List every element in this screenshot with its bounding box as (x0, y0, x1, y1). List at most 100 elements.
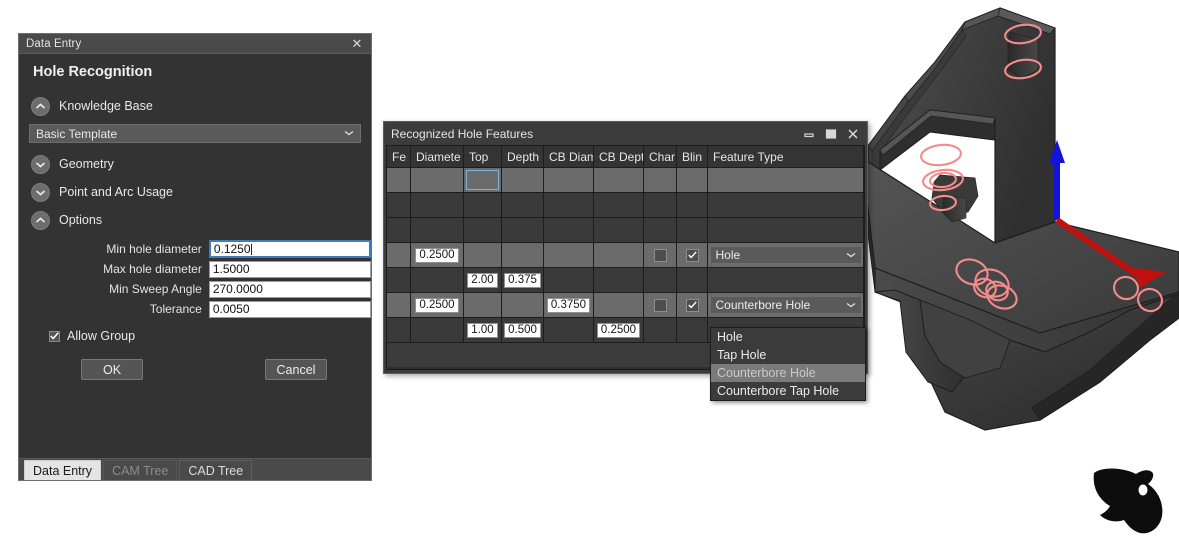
cell-cb-diam[interactable] (544, 243, 594, 267)
chevron-down-icon[interactable] (31, 183, 50, 202)
data-entry-titlebar[interactable]: Data Entry ✕ (19, 34, 371, 54)
cell-feature[interactable] (387, 218, 411, 242)
dropdown-option-counterbore-tap-hole[interactable]: Counterbore Tap Hole (711, 382, 865, 400)
column-header-cb-depth[interactable]: CB Dept (594, 146, 644, 167)
cell-diameter[interactable] (411, 168, 464, 192)
cancel-button[interactable]: Cancel (265, 359, 327, 380)
cell-depth[interactable] (502, 168, 544, 192)
tab-data-entry[interactable]: Data Entry (24, 460, 101, 480)
cell-value[interactable]: 2.00 (467, 273, 497, 288)
cell-feature-type[interactable]: Hole (708, 243, 864, 267)
cell-diameter[interactable] (411, 318, 464, 342)
column-header-cb-diam[interactable]: CB Diam (544, 146, 594, 167)
cell-depth[interactable] (502, 218, 544, 242)
chamfer-checkbox[interactable] (654, 299, 667, 312)
tab-cad-tree[interactable]: CAD Tree (179, 460, 252, 480)
dropdown-option-counterbore-hole[interactable]: Counterbore Hole (711, 364, 865, 382)
cell-top[interactable] (464, 218, 502, 242)
cell-cb-depth[interactable] (594, 243, 644, 267)
cell-cb-depth[interactable] (594, 168, 644, 192)
cell-chamfer[interactable] (644, 293, 677, 317)
section-knowledge-base[interactable]: Knowledge Base (19, 92, 371, 120)
cell-chamfer[interactable] (644, 168, 677, 192)
column-header-feature-type[interactable]: Feature Type (708, 146, 864, 167)
cell-top[interactable] (464, 293, 502, 317)
cell-depth[interactable] (502, 243, 544, 267)
cell-feature-type[interactable]: Counterbore Hole (708, 293, 864, 317)
cell-blind[interactable] (677, 193, 708, 217)
cell-top[interactable] (464, 243, 502, 267)
table-row[interactable] (387, 218, 864, 243)
cell-depth[interactable]: 0.500 (502, 318, 544, 342)
chamfer-checkbox[interactable] (654, 249, 667, 262)
section-options[interactable]: Options (19, 206, 371, 234)
table-row[interactable] (387, 193, 864, 218)
cell-cb-depth[interactable] (594, 193, 644, 217)
cell-diameter[interactable] (411, 218, 464, 242)
minimize-icon[interactable] (798, 124, 820, 144)
min-hole-diameter-input[interactable]: 0.1250 (209, 240, 371, 258)
chevron-up-icon[interactable] (31, 97, 50, 116)
cell-diameter[interactable] (411, 193, 464, 217)
cell-top[interactable]: 1.00 (464, 318, 502, 342)
column-header-blind[interactable]: Blin (677, 146, 708, 167)
cell-chamfer[interactable] (644, 243, 677, 267)
cell-feature-type[interactable] (708, 193, 864, 217)
knowledge-base-select[interactable]: Basic Template (29, 124, 361, 143)
cell-feature[interactable] (387, 193, 411, 217)
cell-chamfer[interactable] (644, 218, 677, 242)
cell-cb-depth[interactable] (594, 268, 644, 292)
cell-depth[interactable]: 0.375 (502, 268, 544, 292)
column-header-chamfer[interactable]: Char (644, 146, 677, 167)
cell-top[interactable] (464, 168, 502, 192)
cell-depth[interactable] (502, 193, 544, 217)
column-header-top[interactable]: Top (464, 146, 502, 167)
cell-feature[interactable] (387, 268, 411, 292)
max-hole-diameter-input[interactable]: 1.5000 (209, 261, 371, 278)
dropdown-option-hole[interactable]: Hole (711, 328, 865, 346)
allow-group-checkbox[interactable] (49, 331, 60, 342)
chevron-up-icon[interactable] (31, 211, 50, 230)
cell-value[interactable]: 0.375 (504, 273, 541, 288)
cell-feature-type[interactable] (708, 168, 864, 192)
cell-blind[interactable] (677, 318, 708, 342)
section-point-and-arc-usage[interactable]: Point and Arc Usage (19, 178, 371, 206)
cell-top[interactable] (464, 193, 502, 217)
cell-feature[interactable] (387, 168, 411, 192)
column-header-depth[interactable]: Depth (502, 146, 544, 167)
cell-top[interactable]: 2.00 (464, 268, 502, 292)
cell-feature-type[interactable] (708, 218, 864, 242)
cell-value[interactable]: 0.2500 (597, 323, 640, 338)
hole-window-titlebar[interactable]: Recognized Hole Features (384, 122, 867, 145)
close-icon[interactable] (842, 124, 864, 144)
dropdown-option-tap-hole[interactable]: Tap Hole (711, 346, 865, 364)
table-row[interactable]: 0.2500 0.3750 Counterb (387, 293, 864, 318)
cell-feature-type[interactable] (708, 268, 864, 292)
cell-blind[interactable] (677, 168, 708, 192)
cell-cb-depth[interactable] (594, 218, 644, 242)
feature-type-select-open[interactable]: Counterbore Hole (710, 296, 862, 314)
ok-button[interactable]: OK (81, 359, 143, 380)
cell-cb-diam[interactable] (544, 168, 594, 192)
cell-cb-diam[interactable] (544, 193, 594, 217)
column-header-diameter[interactable]: Diamete (411, 146, 464, 167)
cell-feature[interactable] (387, 318, 411, 342)
table-row[interactable]: 0.2500 Hole (387, 243, 864, 268)
cell-blind[interactable] (677, 243, 708, 267)
chevron-down-icon[interactable] (31, 155, 50, 174)
cell-value[interactable]: 1.00 (467, 323, 497, 338)
close-icon[interactable]: ✕ (347, 35, 367, 53)
cell-value[interactable]: 0.2500 (415, 248, 458, 263)
cell-cb-diam[interactable] (544, 318, 594, 342)
feature-type-select[interactable]: Hole (710, 246, 862, 264)
cell-chamfer[interactable] (644, 193, 677, 217)
cell-depth[interactable] (502, 293, 544, 317)
table-row[interactable]: 2.00 0.375 (387, 268, 864, 293)
cell-cb-diam[interactable] (544, 268, 594, 292)
cell-value[interactable]: 0.3750 (547, 298, 590, 313)
blind-checkbox[interactable] (686, 249, 699, 262)
cell-value[interactable]: 0.2500 (415, 298, 458, 313)
min-sweep-angle-input[interactable]: 270.0000 (209, 281, 371, 298)
cell-cb-diam[interactable]: 0.3750 (544, 293, 594, 317)
table-row[interactable] (387, 168, 864, 193)
